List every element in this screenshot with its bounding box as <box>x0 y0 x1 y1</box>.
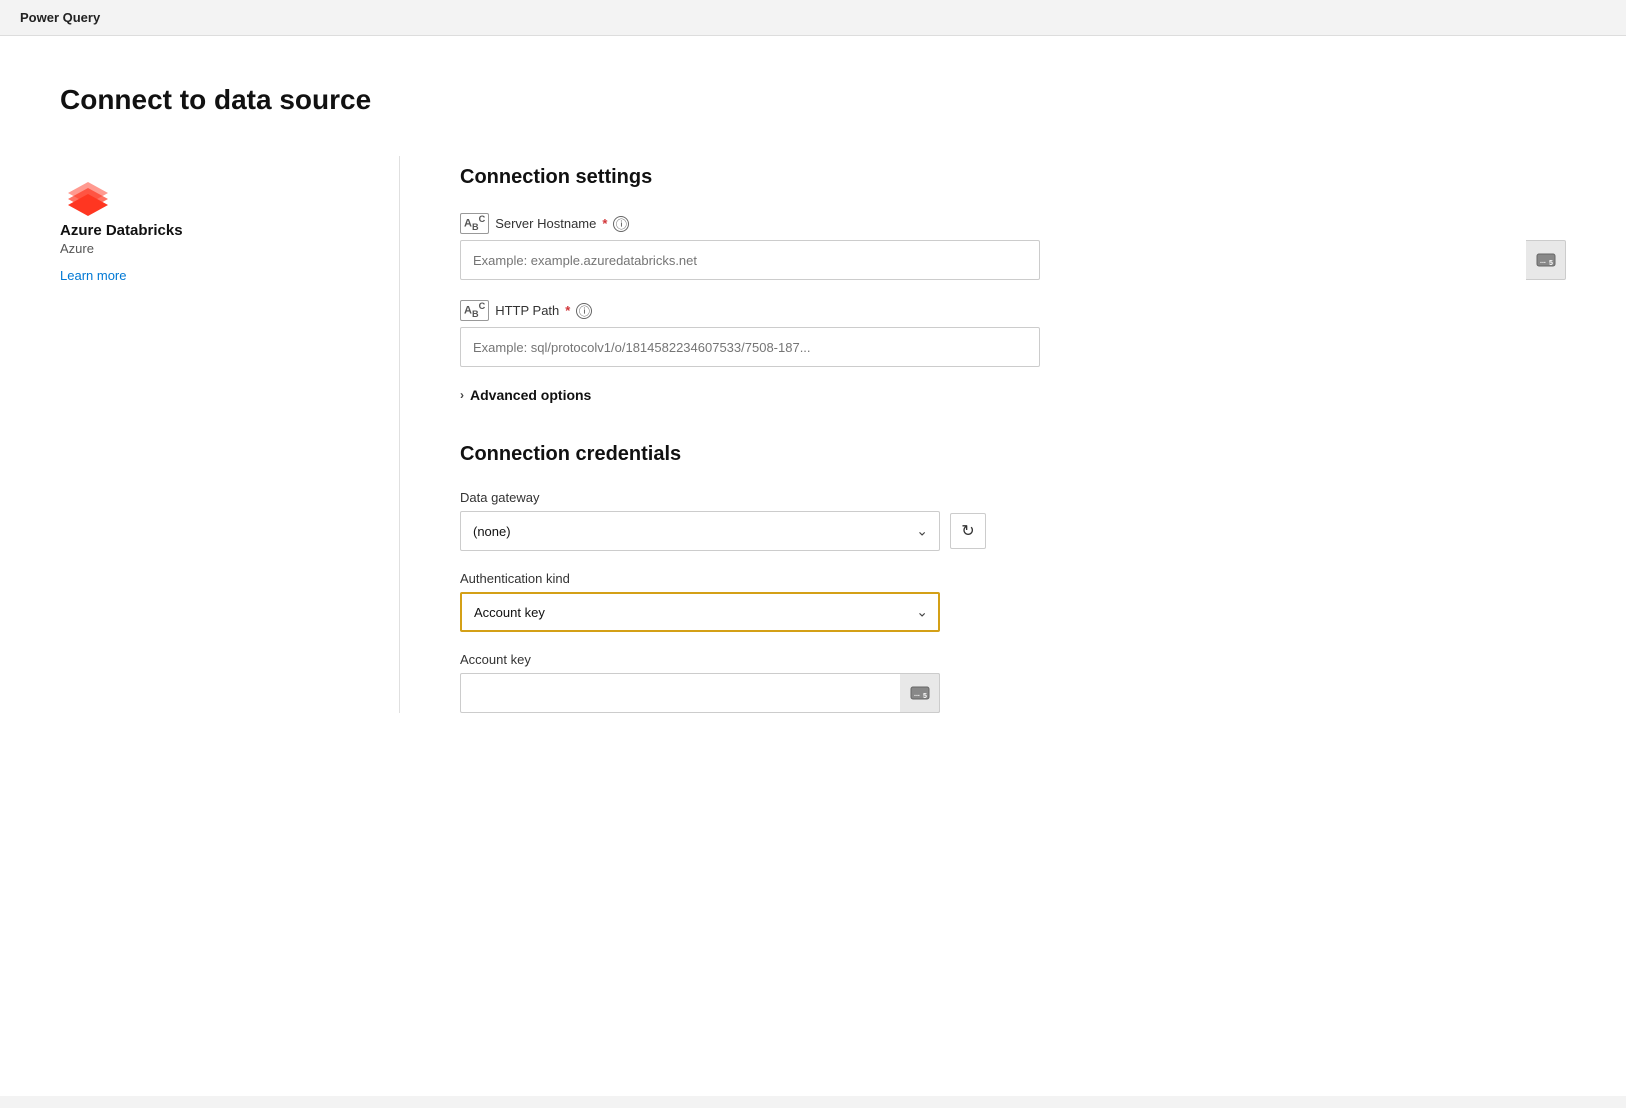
server-hostname-param-btn[interactable]: ... 5 <box>1526 240 1566 280</box>
server-hostname-wrapper: ... 5 <box>460 240 1566 280</box>
credentials-section: Connection credentials Data gateway (non… <box>460 443 1566 713</box>
data-gateway-dropdown[interactable]: (none) <box>460 511 940 551</box>
left-panel: Azure Databricks Azure Learn more <box>60 156 400 713</box>
learn-more-link[interactable]: Learn more <box>60 268 126 283</box>
credentials-title: Connection credentials <box>460 443 1566 466</box>
http-path-input[interactable] <box>460 327 1040 367</box>
auth-kind-dropdown-container: Account key ⌄ <box>460 592 940 632</box>
http-path-label: ABC HTTP Path * ⓘ <box>460 300 1566 321</box>
info-icon-hostname[interactable]: ⓘ <box>613 216 629 232</box>
server-hostname-input[interactable] <box>460 240 1040 280</box>
connector-category: Azure <box>60 241 94 256</box>
http-path-wrapper <box>460 327 1566 367</box>
connection-settings-title: Connection settings <box>460 166 1566 189</box>
server-hostname-text: Server Hostname <box>495 216 596 231</box>
top-bar: Power Query <box>0 0 1626 36</box>
page-title: Connect to data source <box>60 84 1566 116</box>
connector-name: Azure Databricks <box>60 222 183 239</box>
connector-logo <box>60 166 116 222</box>
data-gateway-dropdown-container: (none) ⌄ <box>460 511 940 551</box>
right-panel: Connection settings ABC Server Hostname … <box>400 156 1566 713</box>
data-gateway-label: Data gateway <box>460 490 1566 505</box>
data-gateway-text: Data gateway <box>460 490 540 505</box>
app-title: Power Query <box>20 10 100 25</box>
svg-text:5: 5 <box>923 693 927 700</box>
svg-text:...: ... <box>914 691 920 698</box>
auth-kind-wrapper: Account key ⌄ <box>460 592 1566 632</box>
required-star-http: * <box>565 303 570 318</box>
account-key-text: Account key <box>460 652 531 667</box>
auth-kind-text: Authentication kind <box>460 571 570 586</box>
account-key-label: Account key <box>460 652 1566 667</box>
layout: Azure Databricks Azure Learn more Connec… <box>60 156 1566 713</box>
info-icon-http[interactable]: ⓘ <box>576 303 592 319</box>
data-gateway-refresh-btn[interactable]: ↻ <box>950 513 986 549</box>
account-key-wrapper: ... 5 <box>460 673 940 713</box>
http-path-text: HTTP Path <box>495 303 559 318</box>
account-key-input[interactable] <box>460 673 940 713</box>
param-icon-account-key: ... 5 <box>910 685 930 701</box>
abc-icon-http: ABC <box>460 300 489 321</box>
svg-text:...: ... <box>1540 258 1546 265</box>
auth-kind-dropdown[interactable]: Account key <box>460 592 940 632</box>
abc-icon-hostname: ABC <box>460 213 489 234</box>
param-icon-hostname: ... 5 <box>1536 252 1556 268</box>
account-key-param-btn[interactable]: ... 5 <box>900 673 940 713</box>
advanced-options-chevron: › <box>460 388 464 402</box>
auth-kind-label: Authentication kind <box>460 571 1566 586</box>
advanced-options-toggle[interactable]: › Advanced options <box>460 387 1566 403</box>
required-star-hostname: * <box>602 216 607 231</box>
data-gateway-wrapper: (none) ⌄ ↻ <box>460 511 1566 551</box>
svg-text:5: 5 <box>1549 260 1553 267</box>
main-content: Connect to data source Azure Databricks … <box>0 36 1626 1096</box>
advanced-options-label: Advanced options <box>470 387 591 403</box>
server-hostname-label: ABC Server Hostname * ⓘ <box>460 213 1566 234</box>
